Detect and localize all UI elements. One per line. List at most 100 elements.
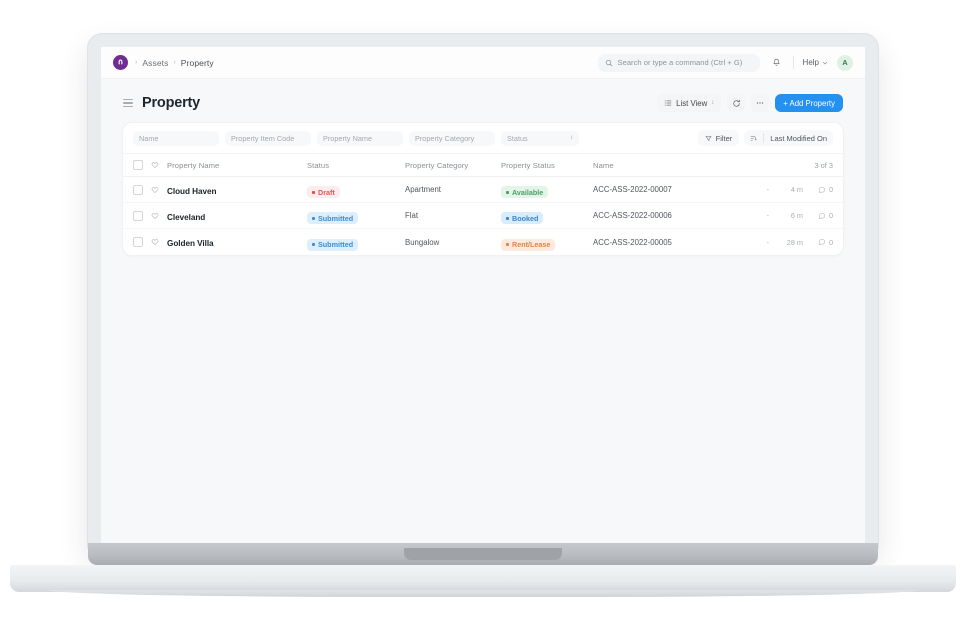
row-subject-link[interactable]: Cleveland: [167, 213, 205, 222]
heart-icon: [151, 186, 159, 194]
frappe-logo-icon[interactable]: [113, 55, 128, 70]
sort-icon-button[interactable]: [744, 130, 763, 146]
property-status-badge: Available: [501, 186, 548, 198]
select-all-cell[interactable]: [133, 160, 151, 170]
row-comment-count-label: 0: [829, 185, 833, 194]
status-dot-icon: [312, 217, 315, 220]
status-badge: Submitted: [307, 239, 358, 251]
sort-control[interactable]: Last Modified On: [744, 130, 833, 146]
list-view-switcher[interactable]: List View ↕: [657, 94, 721, 112]
property-status-badge-label: Rent/Lease: [512, 240, 550, 249]
row-like-button[interactable]: [151, 186, 167, 194]
help-menu-button[interactable]: Help: [803, 58, 828, 67]
sort-field-button[interactable]: Last Modified On: [764, 130, 833, 146]
status-badge-label: Draft: [318, 188, 335, 197]
laptop-screen: › Assets › Property: [101, 47, 865, 543]
search-icon: [605, 59, 613, 67]
row-property-status-cell: Booked: [501, 207, 593, 225]
row-name: ACC-ASS-2022-00007: [593, 185, 745, 194]
refresh-button[interactable]: [727, 94, 745, 112]
status-badge: Submitted: [307, 212, 358, 224]
row-comment-count[interactable]: 0: [803, 185, 833, 194]
row-subject-cell: Cloud Haven: [167, 181, 307, 199]
status-dot-icon: [312, 243, 315, 246]
app-navbar: › Assets › Property: [101, 47, 865, 79]
notifications-button[interactable]: [769, 55, 784, 70]
filter-name[interactable]: Name: [133, 131, 219, 146]
comment-icon: [818, 212, 826, 220]
row-modified: 4 m: [769, 185, 803, 194]
breadcrumb-item-property[interactable]: Property: [181, 58, 214, 68]
filter-property-category[interactable]: Property Category: [409, 131, 495, 146]
search-input[interactable]: [618, 58, 753, 67]
table-row[interactable]: Cloud Haven Draft Apartment: [123, 177, 843, 203]
row-checkbox[interactable]: [133, 211, 143, 221]
header-like-cell: [151, 161, 167, 169]
row-assigned: -: [745, 185, 769, 194]
table-row[interactable]: Cleveland Submitted Flat: [123, 203, 843, 229]
filter-property-item-code-placeholder: Property Item Code: [231, 134, 294, 143]
global-search[interactable]: [598, 54, 760, 72]
row-subject-link[interactable]: Cloud Haven: [167, 187, 217, 196]
header-name[interactable]: Name: [593, 161, 745, 170]
row-subject-link[interactable]: Golden Villa: [167, 239, 214, 248]
page-title: Property: [142, 95, 200, 111]
page-actions: List View ↕: [657, 94, 843, 112]
chevron-down-icon: [822, 60, 828, 66]
row-comment-count[interactable]: 0: [803, 211, 833, 220]
property-table: Property Name Status Property Category P…: [123, 154, 843, 255]
status-badge-label: Submitted: [318, 214, 353, 223]
page-header: Property: [123, 79, 843, 123]
row-checkbox[interactable]: [133, 185, 143, 195]
filter-button[interactable]: Filter: [698, 130, 740, 146]
row-select-cell[interactable]: [133, 237, 151, 247]
row-checkbox[interactable]: [133, 237, 143, 247]
row-category: Apartment: [405, 185, 501, 194]
row-comment-count-label: 0: [829, 238, 833, 247]
filter-name-placeholder: Name: [139, 134, 158, 143]
laptop-base: [10, 565, 956, 592]
header-property-category[interactable]: Property Category: [405, 161, 501, 170]
heart-icon: [151, 161, 159, 169]
filter-property-item-code[interactable]: Property Item Code: [225, 131, 311, 146]
table-header-row: Property Name Status Property Category P…: [123, 154, 843, 177]
row-modified: 6 m: [769, 211, 803, 220]
row-category: Bungalow: [405, 238, 501, 247]
header-property-status[interactable]: Property Status: [501, 161, 593, 170]
row-select-cell[interactable]: [133, 211, 151, 221]
more-options-button[interactable]: [751, 94, 769, 112]
comment-icon: [818, 186, 826, 194]
row-subject-cell: Cleveland: [167, 207, 307, 225]
header-property-name[interactable]: Property Name: [167, 161, 307, 170]
table-row[interactable]: Golden Villa Submitted Bungalow: [123, 229, 843, 255]
filter-status-placeholder: Status: [507, 134, 528, 143]
row-comment-count-label: 0: [829, 211, 833, 220]
user-avatar[interactable]: A: [837, 55, 853, 71]
row-select-cell[interactable]: [133, 185, 151, 195]
row-assigned: -: [745, 211, 769, 220]
row-name: ACC-ASS-2022-00006: [593, 211, 745, 220]
filter-property-name-placeholder: Property Name: [323, 134, 372, 143]
laptop-notch: [404, 548, 562, 560]
select-all-checkbox[interactable]: [133, 160, 143, 170]
comment-icon: [818, 238, 826, 246]
filter-status[interactable]: Status ↕: [501, 131, 579, 146]
hamburger-menu-icon[interactable]: [123, 99, 133, 108]
row-like-button[interactable]: [151, 238, 167, 246]
heart-icon: [151, 238, 159, 246]
help-label: Help: [803, 58, 819, 67]
row-name: ACC-ASS-2022-00005: [593, 238, 745, 247]
filter-property-category-placeholder: Property Category: [415, 134, 474, 143]
breadcrumb-item-assets[interactable]: Assets: [142, 58, 168, 68]
row-status-cell: Draft: [307, 181, 405, 199]
filter-property-name[interactable]: Property Name: [317, 131, 403, 146]
row-property-status-cell: Rent/Lease: [501, 233, 593, 251]
row-like-button[interactable]: [151, 212, 167, 220]
add-property-button[interactable]: + Add Property: [775, 94, 843, 112]
property-status-badge: Booked: [501, 212, 543, 224]
row-status-cell: Submitted: [307, 233, 405, 251]
laptop-base-lip: [48, 590, 918, 597]
header-status[interactable]: Status: [307, 161, 405, 170]
funnel-icon: [705, 135, 712, 142]
row-comment-count[interactable]: 0: [803, 238, 833, 247]
